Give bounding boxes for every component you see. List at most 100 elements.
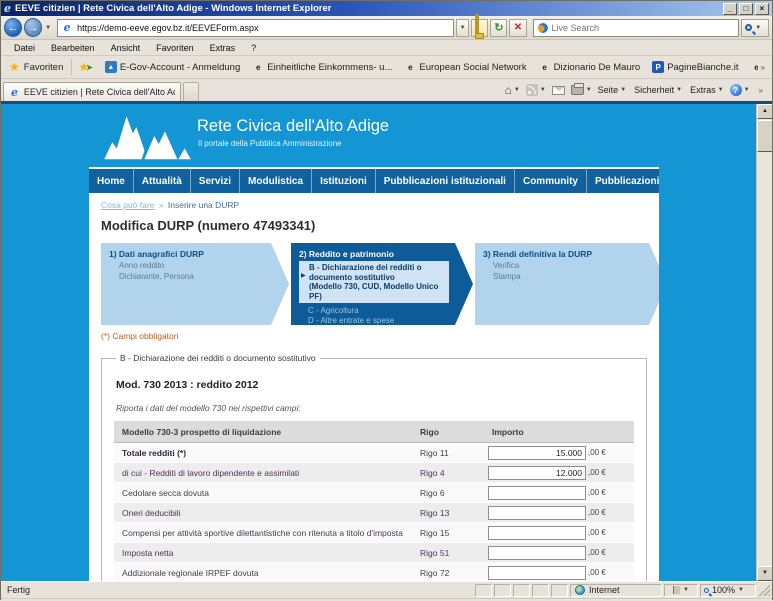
- back-button[interactable]: ←: [4, 18, 22, 37]
- nav-item[interactable]: Home: [89, 169, 134, 193]
- menu-item[interactable]: Ansicht: [104, 42, 148, 54]
- title-bar: e EEVE citizien | Rete Civica dell'Alto …: [1, 1, 772, 16]
- breadcrumb-separator: »: [157, 200, 166, 210]
- nav-item[interactable]: Modulistica: [240, 169, 312, 193]
- menu-item[interactable]: Favoriten: [149, 42, 201, 54]
- zoom-magnifier-icon: [704, 588, 709, 593]
- window-title: EEVE citizien | Rete Civica dell'Alto Ad…: [15, 3, 723, 14]
- nav-item[interactable]: Istituzioni: [312, 169, 376, 193]
- amount-input[interactable]: [488, 526, 586, 540]
- read-mail-button[interactable]: [552, 86, 565, 95]
- favorite-link[interactable]: e Dizionario De Mauro: [533, 59, 647, 75]
- breadcrumb-parent-link[interactable]: Cosa può fare: [101, 200, 154, 210]
- add-favorite-button[interactable]: ★ ➤: [72, 61, 98, 73]
- favorites-button[interactable]: ★ Favoriten: [5, 59, 72, 75]
- close-button[interactable]: ×: [755, 3, 769, 15]
- menu-item[interactable]: Datei: [7, 42, 42, 54]
- resize-grip[interactable]: [758, 584, 770, 596]
- nav-item[interactable]: Pubblicazioni istituzionali: [376, 169, 515, 193]
- table-row: di cui - Redditi di lavoro dipendente e …: [114, 463, 634, 483]
- search-box[interactable]: [533, 19, 739, 37]
- amount-input[interactable]: [488, 566, 586, 580]
- favorites-overflow-chevron[interactable]: »: [758, 63, 768, 72]
- command-menu-button[interactable]: Sicherheit▼: [634, 85, 682, 95]
- zoom-control[interactable]: 100% ▼: [700, 584, 756, 597]
- favorite-link[interactable]: P PagineBianche.it: [646, 59, 744, 75]
- step2-item[interactable]: D - Altre entrate e spese: [308, 316, 449, 326]
- protected-mode-cell[interactable]: ▼: [664, 584, 698, 597]
- favorite-link[interactable]: e Stadplan Bozen: [745, 59, 758, 75]
- command-menu-button[interactable]: Seite▼: [598, 85, 626, 95]
- scroll-up-button[interactable]: ▲: [757, 104, 772, 119]
- vertical-scrollbar[interactable]: ▲ ▼: [756, 104, 772, 581]
- history-dropdown-icon[interactable]: ▼: [42, 25, 54, 31]
- flag-icon: [673, 586, 680, 594]
- nav-item[interactable]: Pubblicazioni: [587, 169, 659, 193]
- step1-items: Anno redditoDichiarante, Persona: [109, 261, 269, 282]
- row-rigo: Rigo 4: [412, 468, 484, 478]
- row-label: di cui - Redditi di lavoro dipendente e …: [114, 468, 412, 478]
- row-amount: ,00 €: [484, 466, 634, 480]
- amount-input[interactable]: [488, 506, 586, 520]
- command-menu-button[interactable]: Extras▼: [690, 85, 723, 95]
- stop-button[interactable]: ✕: [509, 19, 526, 37]
- amount-input[interactable]: [488, 546, 586, 560]
- help-icon: ?: [730, 84, 742, 96]
- favorite-link[interactable]: e European Social Network: [398, 59, 532, 75]
- wizard-step-3[interactable]: 3) Rendi definitiva la DURP VerificaStam…: [475, 243, 659, 325]
- amount-input[interactable]: [488, 486, 586, 500]
- amount-input[interactable]: [488, 446, 586, 460]
- refresh-button[interactable]: ↻: [490, 19, 507, 37]
- page-body: Cosa può fare » Inserire una DURP Modifi…: [89, 193, 659, 581]
- address-dropdown-button[interactable]: ▼: [456, 19, 469, 37]
- row-rigo: Rigo 72: [412, 568, 484, 578]
- nav-item[interactable]: Attualità: [134, 169, 191, 193]
- amount-input[interactable]: [488, 466, 586, 480]
- active-tab[interactable]: e EEVE citizien | Rete Civica dell'Alto …: [3, 82, 181, 101]
- wizard-step-2[interactable]: 2) Reddito e patrimonio ▶ B - Dichiarazi…: [291, 243, 473, 325]
- step2-item[interactable]: C - Agricoltura: [308, 306, 449, 316]
- amount-suffix: ,00 €: [588, 568, 606, 577]
- security-lock-icon[interactable]: [471, 19, 488, 37]
- page-title: Modifica DURP (numero 47493341): [101, 218, 647, 233]
- nav-item[interactable]: Community: [515, 169, 587, 193]
- col-header-rigo: Rigo: [412, 427, 484, 437]
- print-button[interactable]: ▼: [571, 85, 592, 95]
- menu-item[interactable]: Extras: [203, 42, 243, 54]
- url-text[interactable]: https://demo-eeve.egov.bz.it/EEVEForm.as…: [77, 23, 258, 33]
- home-button[interactable]: ⌂▼: [505, 84, 520, 96]
- new-tab-button[interactable]: [183, 82, 199, 101]
- restore-button[interactable]: □: [739, 3, 753, 15]
- row-rigo: Rigo 13: [412, 508, 484, 518]
- favorite-link[interactable]: e Einheitliche Einkommens- u...: [246, 59, 398, 75]
- breadcrumb: Cosa può fare » Inserire una DURP: [101, 200, 647, 210]
- nav-item[interactable]: Servizi: [191, 169, 240, 193]
- menu-item[interactable]: Bearbeiten: [44, 42, 102, 54]
- step2-active-item[interactable]: ▶ B - Dichiarazione dei redditi o docume…: [299, 261, 449, 303]
- command-overflow-chevron[interactable]: »: [756, 86, 766, 95]
- plus-icon: ➤: [86, 63, 93, 72]
- globe-icon: [575, 585, 585, 595]
- table-header-row: Modello 730-3 prospetto di liquidazione …: [114, 421, 634, 443]
- table-row: Compensi per attività sportive dilettant…: [114, 523, 634, 543]
- address-bar[interactable]: e https://demo-eeve.egov.bz.it/EEVEForm.…: [57, 19, 454, 37]
- table-row: Imposta netta Rigo 51 ,00 €: [114, 543, 634, 563]
- scroll-down-button[interactable]: ▼: [757, 566, 772, 581]
- feeds-button[interactable]: ▼: [526, 84, 546, 96]
- help-button[interactable]: ?▼: [730, 84, 750, 96]
- search-input[interactable]: [552, 23, 734, 33]
- table-row: Cedolare secca dovuta Rigo 6 ,00 €: [114, 483, 634, 503]
- favorite-label: E-Gov-Account - Anmeldung: [120, 62, 240, 73]
- wizard-step-1[interactable]: 1) Dati anagrafici DURP Anno redditoDich…: [101, 243, 289, 325]
- zone-label: Internet: [589, 585, 620, 595]
- mountain-logo-icon: [103, 111, 193, 161]
- scrollbar-thumb[interactable]: [757, 120, 772, 152]
- mail-icon: [552, 86, 565, 95]
- menu-item[interactable]: ?: [244, 42, 263, 54]
- search-go-button[interactable]: ▼: [741, 19, 769, 37]
- forward-button[interactable]: →: [24, 18, 42, 37]
- favorites-links: ▲ E-Gov-Account - Anmeldung e Einheitlic…: [99, 59, 758, 75]
- favorite-link[interactable]: ▲ E-Gov-Account - Anmeldung: [99, 59, 246, 75]
- minimize-button[interactable]: _: [723, 3, 737, 15]
- row-label: Totale redditi (*): [114, 448, 412, 458]
